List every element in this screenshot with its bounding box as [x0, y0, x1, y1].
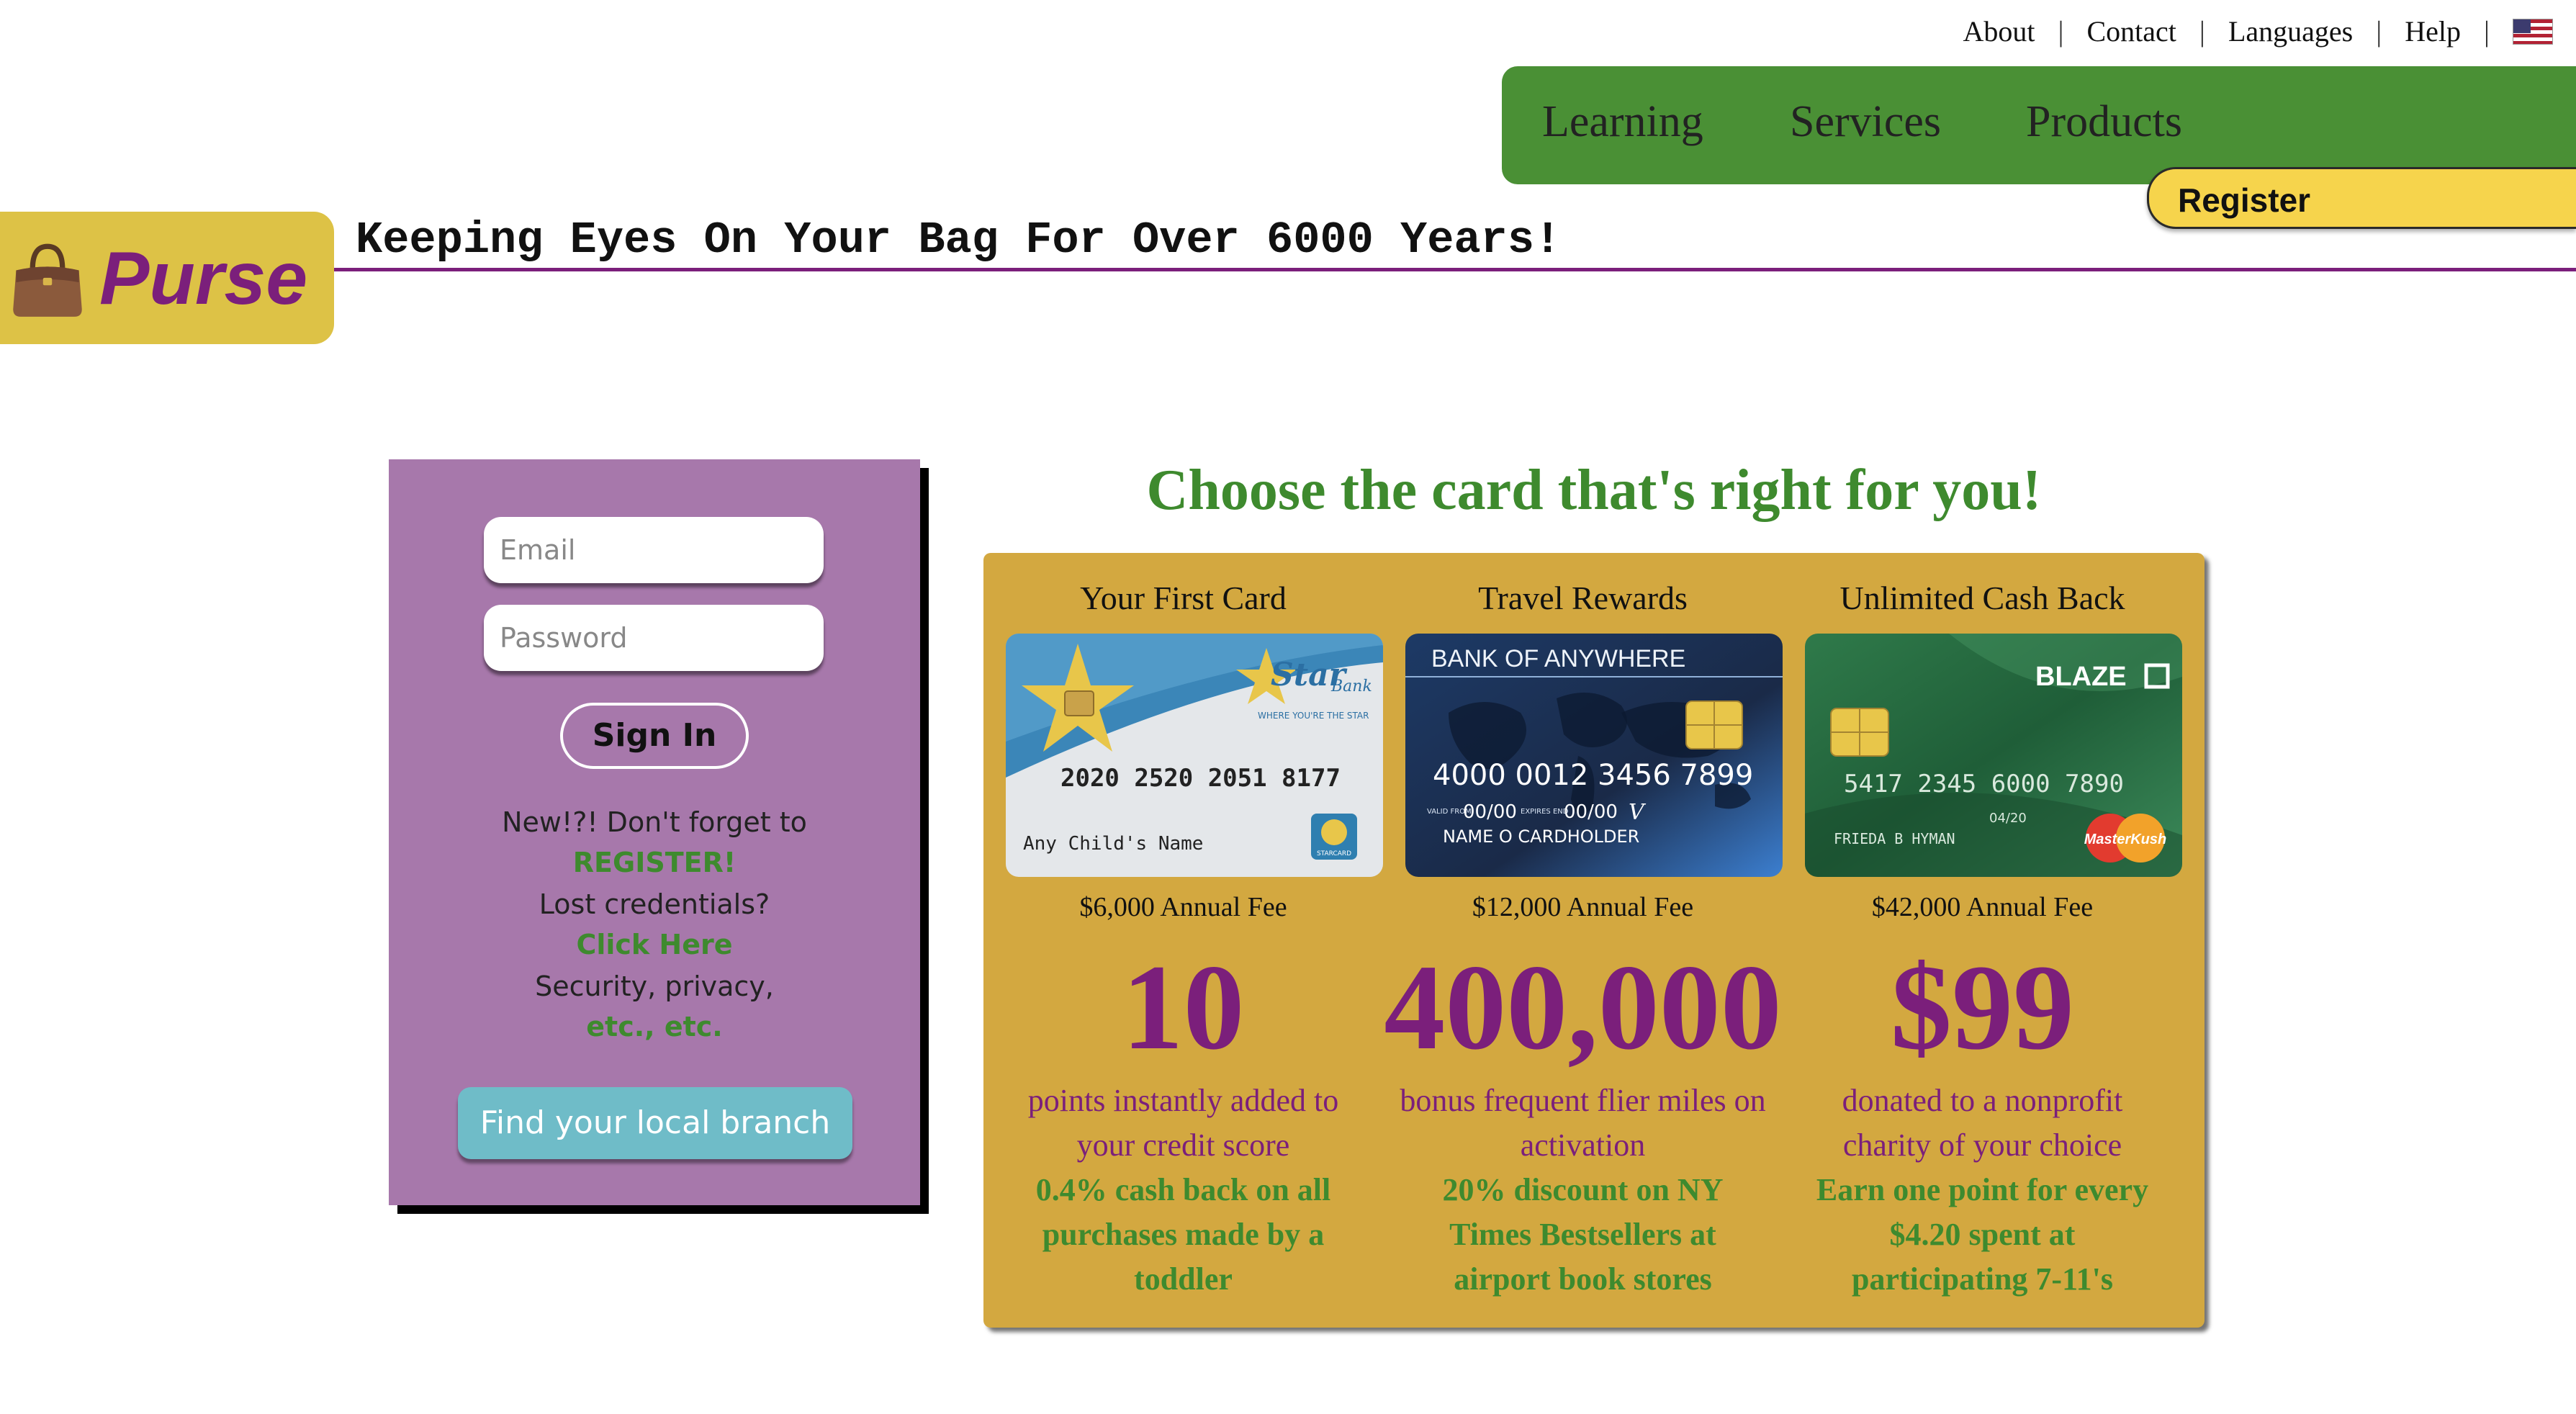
card-option-cashback: Unlimited Cash Back BLAZE 5417 2345 6000…: [1783, 553, 2182, 1328]
annual-fee: $12,000 Annual Fee: [1472, 892, 1694, 922]
star-bank-slogan: WHERE YOU'RE THE STAR: [1258, 711, 1369, 721]
languages-link[interactable]: Languages: [2228, 14, 2353, 48]
new-user-text: New!?! Don't forget to: [502, 806, 807, 838]
star-bank-logo-sub: Bank: [1330, 677, 1372, 695]
security-text: Security, privacy,: [535, 971, 774, 1002]
cashback-card-image[interactable]: BLAZE 5417 2345 6000 7890 04/20 FRIEDA B…: [1805, 634, 2182, 877]
headline-number: $99: [1891, 940, 2074, 1075]
logo[interactable]: Purse: [0, 212, 334, 344]
about-link[interactable]: About: [1963, 14, 2035, 48]
card-network-mark: V: [1629, 800, 1647, 825]
card-option-first: Your First Card Star Bank WHERE YOU'RE T…: [983, 553, 1383, 1328]
top-links: About | Contact | Languages | Help |: [1963, 14, 2553, 48]
cards-panel: Your First Card Star Bank WHERE YOU'RE T…: [983, 553, 2205, 1328]
nav-services[interactable]: Services: [1790, 96, 1941, 148]
headline-number: 400,000: [1384, 940, 1782, 1075]
nav-learning[interactable]: Learning: [1542, 96, 1703, 148]
separator: |: [2058, 15, 2064, 48]
register-button[interactable]: Register: [2147, 167, 2576, 229]
headline-number: 10: [1122, 940, 1245, 1075]
logo-text: Purse: [99, 237, 308, 320]
separator: |: [2483, 15, 2490, 48]
expires: 00/00: [1564, 801, 1618, 823]
expires-label: EXPIRES END: [1521, 808, 1569, 816]
expires: 04/20: [1989, 811, 2027, 826]
first-card-image[interactable]: Star Bank WHERE YOU'RE THE STAR 2020 252…: [1006, 634, 1383, 877]
separator: |: [2199, 15, 2205, 48]
bonus-text: Earn one point for every $4.20 spent at pa…: [1816, 1172, 2149, 1297]
card-title: Travel Rewards: [1478, 580, 1688, 616]
password-input[interactable]: [484, 605, 824, 671]
card-title: Your First Card: [1080, 580, 1287, 616]
star-card-badge: STARCARD: [1317, 850, 1351, 857]
card-title: Unlimited Cash Back: [1839, 580, 2125, 616]
perk-text: bonus frequent flier miles on activation: [1400, 1083, 1766, 1163]
network-logo: MasterKush: [2084, 832, 2166, 847]
find-branch-button[interactable]: Find your local branch: [458, 1087, 852, 1159]
bank-name: BANK OF ANYWHERE: [1431, 645, 1685, 672]
card-number: 5417 2345 6000 7890: [1844, 770, 2124, 798]
etc-link[interactable]: etc., etc.: [389, 1011, 920, 1043]
sign-in-button[interactable]: Sign In: [560, 703, 749, 769]
perk-text: points instantly added to your credit sco…: [1027, 1083, 1339, 1163]
tagline: Keeping Eyes On Your Bag For Over 6000 Y…: [356, 215, 1562, 266]
register-link[interactable]: REGISTER!: [389, 847, 920, 878]
card-holder-name: Any Child's Name: [1023, 833, 1203, 855]
travel-card-image[interactable]: BANK OF ANYWHERE 4000 0012 3456 7899 VAL…: [1405, 634, 1783, 877]
annual-fee: $42,000 Annual Fee: [1871, 892, 2094, 922]
login-panel: Sign In New!?! Don't forget to REGISTER!…: [389, 459, 920, 1205]
lost-credentials-text: Lost credentials?: [539, 888, 770, 920]
card-number: 2020 2520 2051 8177: [1060, 764, 1341, 793]
contact-link[interactable]: Contact: [2087, 14, 2176, 48]
blaze-logo: BLAZE: [2035, 662, 2127, 692]
valid-from: 00/00: [1463, 801, 1517, 823]
header-divider: [334, 268, 2576, 271]
us-flag-icon[interactable]: [2513, 18, 2553, 45]
nav-products[interactable]: Products: [2026, 96, 2182, 148]
card-option-travel: Travel Rewards BANK OF ANYWHERE 4000 001…: [1383, 553, 1783, 1328]
email-input[interactable]: [484, 517, 824, 583]
separator: |: [2376, 15, 2382, 48]
card-holder-name: FRIEDA B HYMAN: [1834, 830, 1955, 847]
perk-text: donated to a nonprofit charity of your ch…: [1842, 1083, 2123, 1163]
handbag-icon: [13, 243, 82, 317]
help-link[interactable]: Help: [2405, 14, 2461, 48]
bonus-text: 0.4% cash back on all purchases made by a…: [1035, 1172, 1331, 1297]
bonus-text: 20% discount on NY Times Bestsellers at ai…: [1442, 1172, 1724, 1297]
card-holder-name: NAME O CARDHOLDER: [1443, 827, 1639, 847]
cards-heading: Choose the card that's right for you!: [1146, 459, 2042, 522]
annual-fee: $6,000 Annual Fee: [1079, 892, 1287, 922]
card-number: 4000 0012 3456 7899: [1433, 759, 1753, 792]
click-here-link[interactable]: Click Here: [389, 929, 920, 960]
